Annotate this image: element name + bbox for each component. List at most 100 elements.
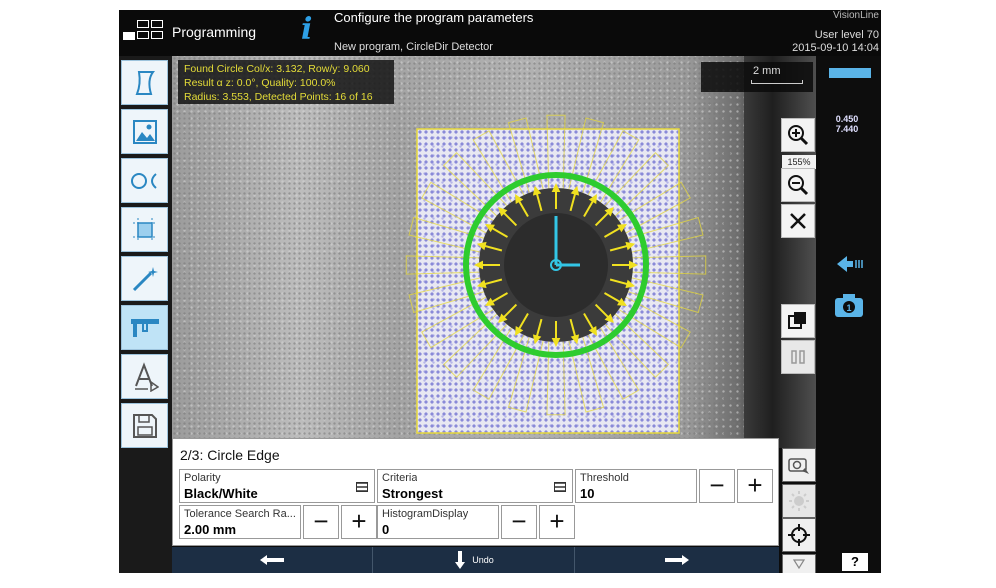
list-menu-icon: [356, 482, 368, 492]
threshold-value: 10: [580, 486, 595, 501]
camera-settings-icon: [788, 458, 809, 474]
zoom-level: 155%: [782, 155, 816, 169]
edge-arrow-head: [551, 183, 561, 193]
arrow-down-icon: [455, 551, 466, 569]
circle-detect-icon: [130, 172, 157, 189]
list-menu-icon: [554, 482, 566, 492]
help-button[interactable]: ?: [842, 553, 868, 571]
crop-icon: [132, 217, 157, 242]
previous-step-button[interactable]: [172, 547, 373, 573]
app-window: Programming i Configure the program para…: [119, 10, 881, 573]
histogram-increment-button[interactable]: +: [539, 505, 575, 539]
text-tool-button[interactable]: [121, 354, 168, 399]
edge-arrow-head: [474, 260, 484, 270]
zoom-out-button[interactable]: [781, 168, 815, 202]
expand-down-button[interactable]: [782, 554, 816, 573]
brand-name: VisionLine: [833, 10, 879, 21]
magic-wand-icon: [132, 266, 158, 291]
coordinate-readout: 0.450 7.440: [833, 114, 861, 134]
user-level: User level 70: [814, 29, 879, 41]
crosshair-icon: [788, 524, 810, 546]
left-toolbar: [119, 56, 172, 573]
detection-overlay: [405, 114, 707, 434]
save-button[interactable]: [121, 403, 168, 448]
threshold-increment-button[interactable]: +: [737, 469, 773, 503]
circle-detect-button[interactable]: [121, 158, 168, 203]
image-icon: [132, 119, 157, 144]
histogram-label: HistogramDisplay: [382, 508, 469, 520]
zoom-out-icon: [788, 175, 809, 196]
tolerance-value: 2.00 mm: [184, 522, 237, 537]
swap-image-icon: [788, 312, 806, 329]
threshold-field[interactable]: Threshold 10: [575, 469, 697, 503]
chevron-down-icon: [793, 559, 805, 569]
coord-x: 0.450: [835, 114, 859, 124]
tolerance-increment-button[interactable]: +: [341, 505, 377, 539]
result-line-1: Found Circle Col/x: 3.132, Row/y: 9.060: [184, 63, 370, 75]
edge-arrow-head: [628, 260, 638, 270]
step-title: 2/3: Circle Edge: [180, 447, 280, 463]
result-line-3: Radius: 3.553, Detected Points: 16 of 16: [184, 91, 373, 103]
threshold-decrement-button[interactable]: −: [699, 469, 735, 503]
histogram-decrement-button[interactable]: −: [501, 505, 537, 539]
fit-view-button[interactable]: [781, 204, 815, 238]
brightness-button[interactable]: [782, 484, 816, 518]
pause-icon: [791, 350, 805, 364]
target-button[interactable]: [782, 518, 816, 552]
status-bar-indicator: [829, 68, 871, 78]
polarity-label: Polarity: [184, 472, 221, 484]
swap-image-button[interactable]: [781, 304, 815, 338]
menu-grid-icon[interactable]: [123, 20, 167, 42]
criteria-value: Strongest: [382, 486, 443, 501]
zoom-in-icon: [788, 125, 809, 146]
edge-arrow-head: [551, 337, 561, 347]
arrow-right-icon: [664, 555, 689, 565]
header: Programming i Configure the program para…: [119, 10, 881, 56]
bottom-nav-bar: Undo: [172, 547, 779, 573]
scale-bar-line: [751, 80, 803, 84]
svg-text:1: 1: [846, 303, 851, 313]
arrow-left-icon: [260, 555, 284, 565]
back-arrow-icon[interactable]: [835, 254, 865, 274]
histogram-value: 0: [382, 522, 390, 537]
save-icon: [132, 413, 157, 438]
pause-button[interactable]: [781, 340, 815, 374]
undo-label: Undo: [472, 555, 494, 565]
coord-y: 7.440: [835, 124, 859, 134]
result-line-2: Result α z: 0.0°, Quality: 100.0%: [184, 77, 336, 89]
caliper-tool-button[interactable]: [121, 305, 168, 350]
scale-bar: 2 mm: [701, 62, 813, 92]
fit-view-icon: [790, 213, 806, 229]
camera-settings-button[interactable]: [782, 448, 816, 482]
camera-icon[interactable]: 1: [834, 292, 864, 318]
criteria-select[interactable]: Criteria Strongest: [377, 469, 573, 503]
polarity-value: Black/White: [184, 486, 258, 501]
image-tool-button[interactable]: [121, 109, 168, 154]
camera-image-view[interactable]: Found Circle Col/x: 3.132, Row/y: 9.060 …: [172, 56, 816, 448]
program-subtitle: New program, CircleDir Detector: [334, 41, 493, 53]
datetime: 2015-09-10 14:04: [792, 42, 879, 54]
info-icon[interactable]: i: [301, 12, 312, 47]
brightness-icon: [789, 491, 809, 511]
zoom-in-button[interactable]: [781, 118, 815, 152]
undo-button[interactable]: Undo: [374, 547, 575, 573]
scale-label: 2 mm: [753, 65, 781, 77]
polarity-select[interactable]: Polarity Black/White: [179, 469, 375, 503]
mode-title: Programming: [172, 24, 257, 40]
result-readout: Found Circle Col/x: 3.132, Row/y: 9.060 …: [178, 60, 394, 104]
parameter-panel: 2/3: Circle Edge Polarity Black/White Cr…: [172, 438, 779, 546]
page-title: Configure the program parameters: [334, 10, 534, 25]
tolerance-label: Tolerance Search Ra...: [184, 508, 296, 520]
right-panel: 0.450 7.440 1: [782, 56, 881, 573]
shape-tool-button[interactable]: [121, 60, 168, 105]
threshold-label: Threshold: [580, 472, 629, 484]
tolerance-decrement-button[interactable]: −: [303, 505, 339, 539]
histogram-field[interactable]: HistogramDisplay 0: [377, 505, 499, 539]
crop-tool-button[interactable]: [121, 207, 168, 252]
next-step-button[interactable]: [576, 547, 777, 573]
text-tool-icon: [134, 361, 159, 392]
tolerance-field[interactable]: Tolerance Search Ra... 2.00 mm: [179, 505, 301, 539]
criteria-label: Criteria: [382, 472, 418, 484]
magic-wand-button[interactable]: [121, 256, 168, 301]
shape-icon: [135, 70, 155, 95]
